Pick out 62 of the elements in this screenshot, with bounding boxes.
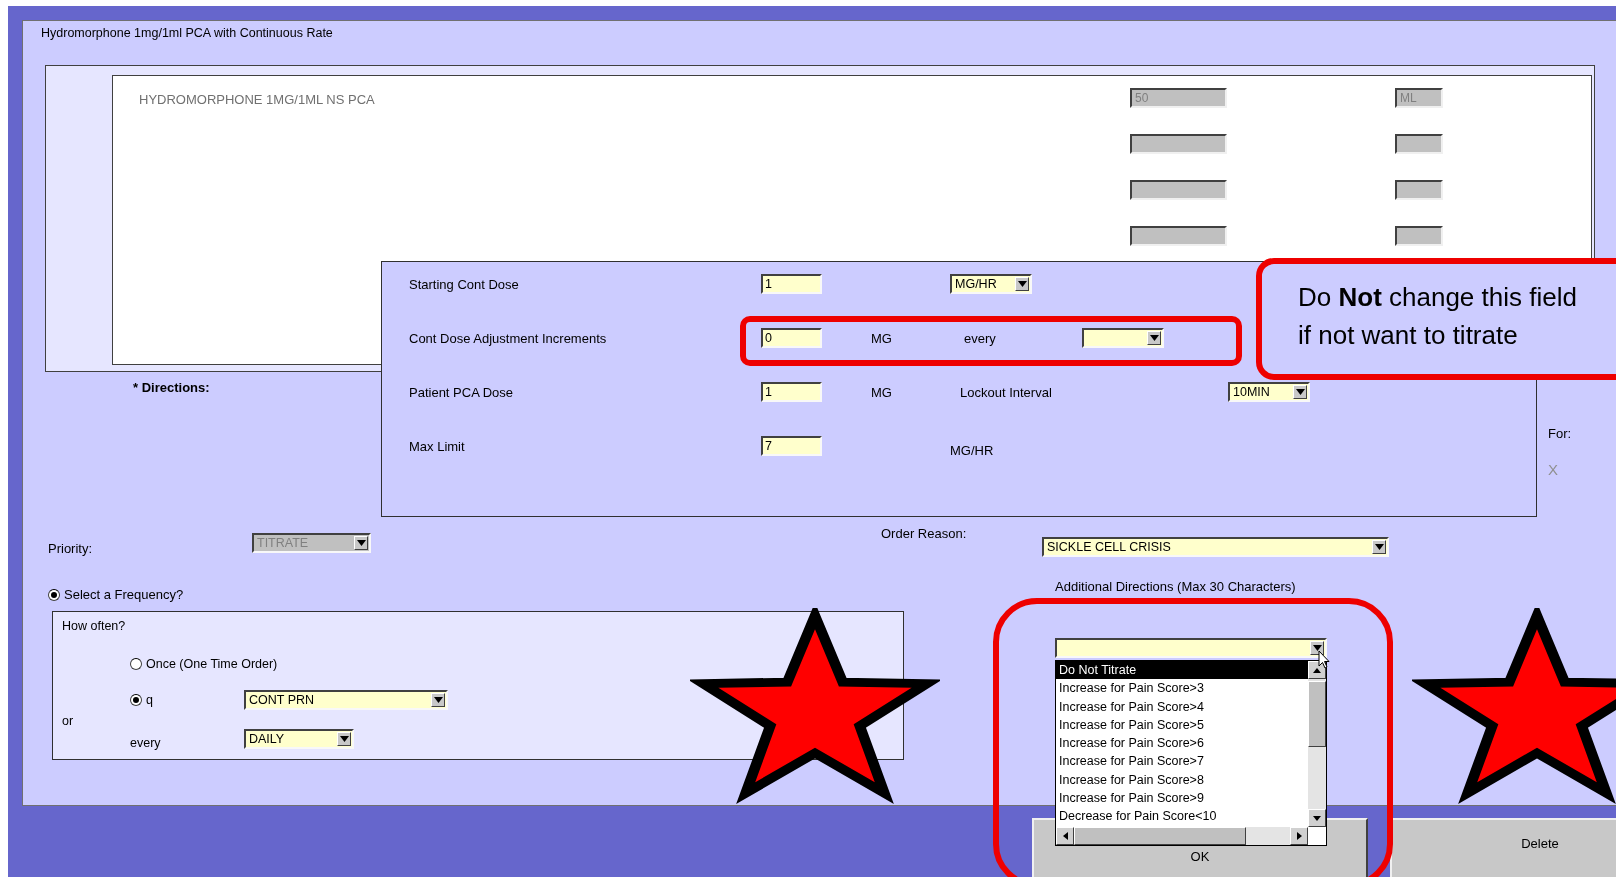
- dropdown[interactable]: CONT PRN: [244, 690, 448, 710]
- caret-icon: [1147, 331, 1161, 345]
- input-field[interactable]: 7: [761, 436, 822, 456]
- caret-icon: [337, 732, 351, 746]
- scroll-thumb[interactable]: [1308, 681, 1326, 747]
- dropdown[interactable]: [1055, 638, 1327, 658]
- list-item[interactable]: Increase for Pain Score>9: [1056, 789, 1308, 808]
- field-label: Patient PCA Dose: [409, 384, 515, 400]
- every-label: every: [130, 735, 162, 750]
- priority-label: Priority:: [48, 541, 94, 558]
- scroll-thumb[interactable]: [1074, 827, 1246, 845]
- radio-label: q: [146, 693, 153, 707]
- horizontal-scrollbar[interactable]: [1056, 827, 1308, 845]
- field-label: Lockout Interval: [960, 384, 1053, 400]
- radio-button[interactable]: [130, 694, 142, 706]
- medication-name: HYDROMORPHONE 1MG/1ML NS PCA: [139, 91, 376, 107]
- list-item[interactable]: Increase for Pain Score>7: [1056, 752, 1308, 771]
- or-label: or: [62, 714, 75, 728]
- callout-note: Do Not change this field if not want to titrate: [1256, 258, 1616, 380]
- field-label: For:: [1548, 426, 1573, 441]
- input-field[interactable]: 0: [761, 328, 822, 348]
- list-item[interactable]: Increase for Pain Score>5: [1056, 715, 1308, 735]
- list-item[interactable]: Increase for Pain Score>6: [1056, 734, 1308, 753]
- dropdown[interactable]: [1082, 328, 1164, 348]
- input-field[interactable]: 1: [761, 382, 822, 402]
- list-item[interactable]: Do Not Titrate: [1056, 661, 1308, 680]
- list-item[interactable]: Increase for Pain Score>8: [1056, 770, 1308, 790]
- field-label: every: [964, 330, 997, 346]
- field-label: Max Limit: [409, 438, 466, 454]
- delete-button[interactable]: Delete: [1390, 818, 1616, 877]
- caret-icon: [1015, 277, 1029, 291]
- unit-label: MG: [871, 330, 893, 346]
- order-reason-label: Order Reason:: [881, 526, 968, 543]
- caret-icon: [1293, 385, 1307, 399]
- radio-label: Once (One Time Order): [146, 657, 278, 671]
- dropdown[interactable]: DAILY: [244, 729, 354, 749]
- radio-button[interactable]: [48, 588, 60, 601]
- list-item[interactable]: Increase for Pain Score>3: [1056, 679, 1308, 698]
- scroll-right-icon[interactable]: [1290, 827, 1308, 845]
- additional-directions-label: Additional Directions (Max 30 Characters): [1055, 579, 1296, 594]
- unit-label: MG/HR: [950, 441, 994, 458]
- radio-label: Select a Frequency?: [64, 587, 184, 602]
- group-title: How often?: [62, 619, 127, 633]
- scroll-down-icon[interactable]: [1308, 809, 1326, 827]
- input-field[interactable]: 1: [761, 274, 822, 294]
- field-label: Cont Dose Adjustment Increments: [409, 330, 608, 346]
- window-title: Hydromorphone 1mg/1ml PCA with Continuous Rate: [41, 25, 334, 41]
- caret-icon: [1372, 540, 1386, 554]
- field-label: X: [1548, 461, 1559, 478]
- radio-button[interactable]: [130, 658, 142, 670]
- directions-label: * Directions:: [133, 380, 210, 397]
- scroll-left-icon[interactable]: [1056, 827, 1074, 845]
- dropdown[interactable]: MG/HR: [950, 274, 1032, 294]
- vertical-scrollbar[interactable]: [1308, 661, 1326, 827]
- unit-label: MG: [871, 384, 893, 400]
- list-item[interactable]: Increase for Pain Score>4: [1056, 697, 1308, 716]
- field-label: Starting Cont Dose: [409, 276, 520, 292]
- caret-icon: [354, 536, 368, 550]
- caret-icon: [431, 693, 445, 707]
- dropdown[interactable]: 10MIN: [1228, 382, 1310, 402]
- caret-icon: [1310, 641, 1324, 655]
- dropdown[interactable]: SICKLE CELL CRISIS: [1042, 537, 1389, 557]
